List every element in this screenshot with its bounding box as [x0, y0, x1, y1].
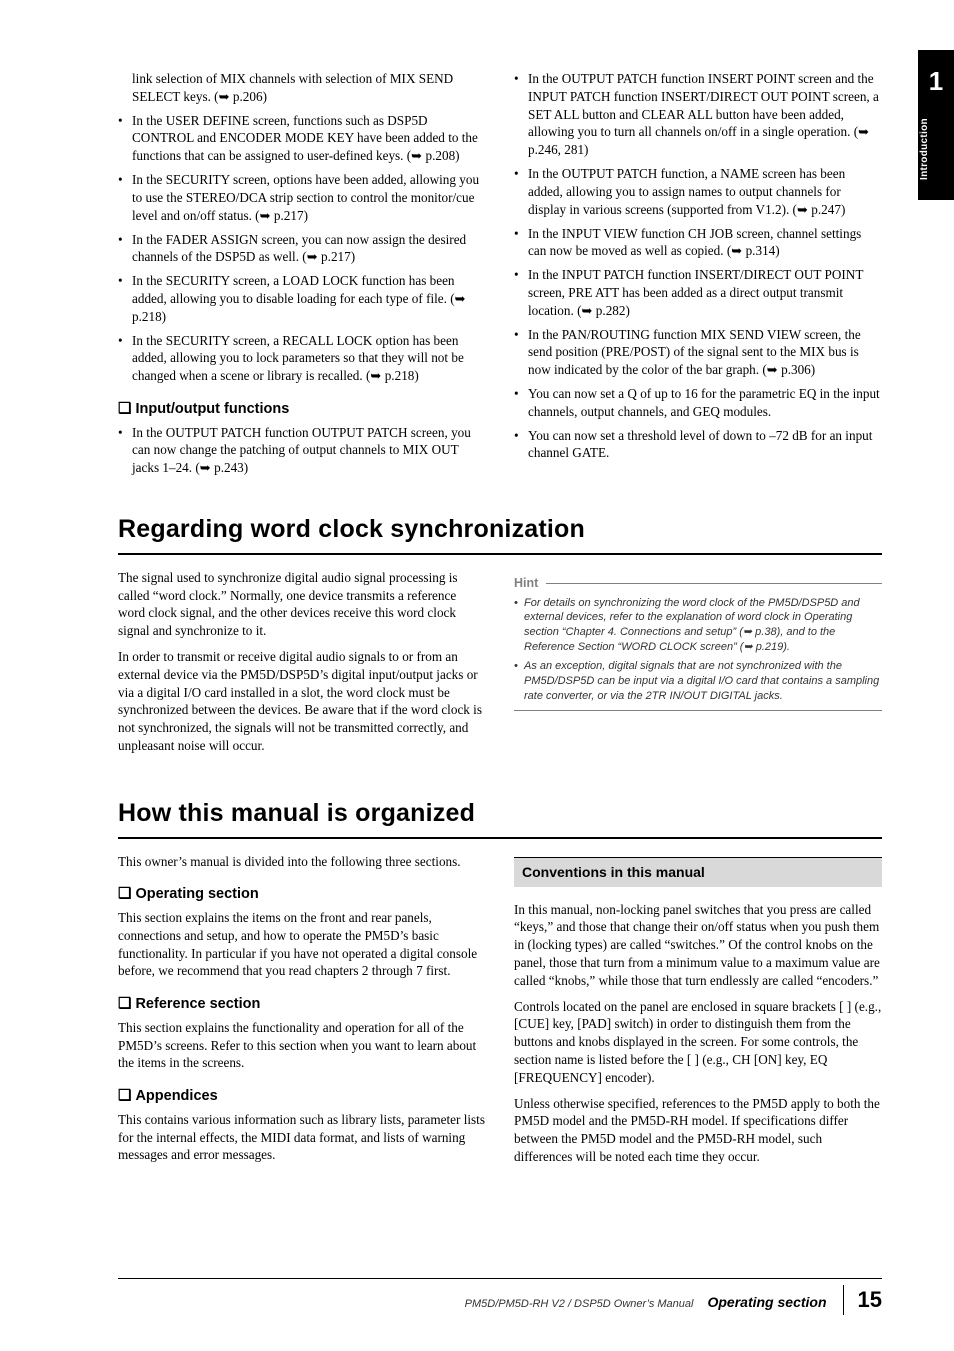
hint-item: As an exception, digital signals that ar…	[514, 659, 882, 704]
hint-label: Hint	[514, 575, 538, 592]
list-item: In the OUTPUT PATCH function, a NAME scr…	[514, 165, 882, 218]
list-item: In the FADER ASSIGN screen, you can now …	[118, 231, 486, 267]
chapter-side-tab: 1 Introduction	[918, 50, 954, 200]
list-item: In the SECURITY screen, options have bee…	[118, 171, 486, 224]
list-item: In the INPUT VIEW function CH JOB screen…	[514, 225, 882, 261]
conventions-para-1: In this manual, non-locking panel switch…	[514, 901, 882, 990]
footer-manual-title: PM5D/PM5D-RH V2 / DSP5D Owner’s Manual	[465, 1297, 694, 1312]
conventions-para-2: Controls located on the panel are enclos…	[514, 998, 882, 1087]
manual-org-title: How this manual is organized	[118, 797, 882, 831]
appendices-heading: ❏Appendices	[118, 1086, 486, 1107]
io-functions-list: In the OUTPUT PATCH function OUTPUT PATC…	[118, 424, 486, 477]
footer-section-name: Operating section	[707, 1293, 826, 1312]
list-item: link selection of MIX channels with sele…	[118, 70, 486, 106]
chapter-label: Introduction	[918, 102, 954, 197]
list-item: In the OUTPUT PATCH function INSERT POIN…	[514, 70, 882, 159]
wordclock-para-1: The signal used to synchronize digital a…	[118, 569, 486, 640]
feature-updates-columns: link selection of MIX channels with sele…	[118, 70, 882, 483]
list-item: In the USER DEFINE screen, functions suc…	[118, 112, 486, 165]
io-functions-heading: ❏Input/output functions	[118, 399, 486, 420]
list-item: In the SECURITY screen, a LOAD LOCK func…	[118, 272, 486, 325]
operating-section-para: This section explains the items on the f…	[118, 909, 486, 980]
list-item: In the PAN/ROUTING function MIX SEND VIE…	[514, 326, 882, 379]
appendices-para: This contains various information such a…	[118, 1111, 486, 1164]
list-item: You can now set a Q of up to 16 for the …	[514, 385, 882, 421]
page-footer: PM5D/PM5D-RH V2 / DSP5D Owner’s Manual O…	[118, 1278, 882, 1315]
reference-section-heading: ❏Reference section	[118, 994, 486, 1015]
list-item: In the OUTPUT PATCH function OUTPUT PATC…	[118, 424, 486, 477]
chapter-number: 1	[918, 64, 954, 99]
manual-intro: This owner’s manual is divided into the …	[118, 853, 486, 871]
wordclock-title: Regarding word clock synchronization	[118, 513, 882, 547]
conventions-para-3: Unless otherwise specified, references t…	[514, 1095, 882, 1166]
list-item: You can now set a threshold level of dow…	[514, 427, 882, 463]
hint-item: For details on synchronizing the word cl…	[514, 596, 882, 655]
list-item: In the INPUT PATCH function INSERT/DIREC…	[514, 266, 882, 319]
left-bullet-list: link selection of MIX channels with sele…	[118, 70, 486, 385]
reference-section-para: This section explains the functionality …	[118, 1019, 486, 1072]
right-bullet-list: In the OUTPUT PATCH function INSERT POIN…	[514, 70, 882, 462]
operating-section-heading: ❏Operating section	[118, 884, 486, 905]
list-item: In the SECURITY screen, a RECALL LOCK op…	[118, 332, 486, 385]
hint-box: Hint For details on synchronizing the wo…	[514, 575, 882, 711]
wordclock-para-2: In order to transmit or receive digital …	[118, 648, 486, 755]
footer-page-number: 15	[843, 1285, 882, 1315]
conventions-heading: Conventions in this manual	[514, 857, 882, 887]
hint-list: For details on synchronizing the word cl…	[514, 596, 882, 704]
